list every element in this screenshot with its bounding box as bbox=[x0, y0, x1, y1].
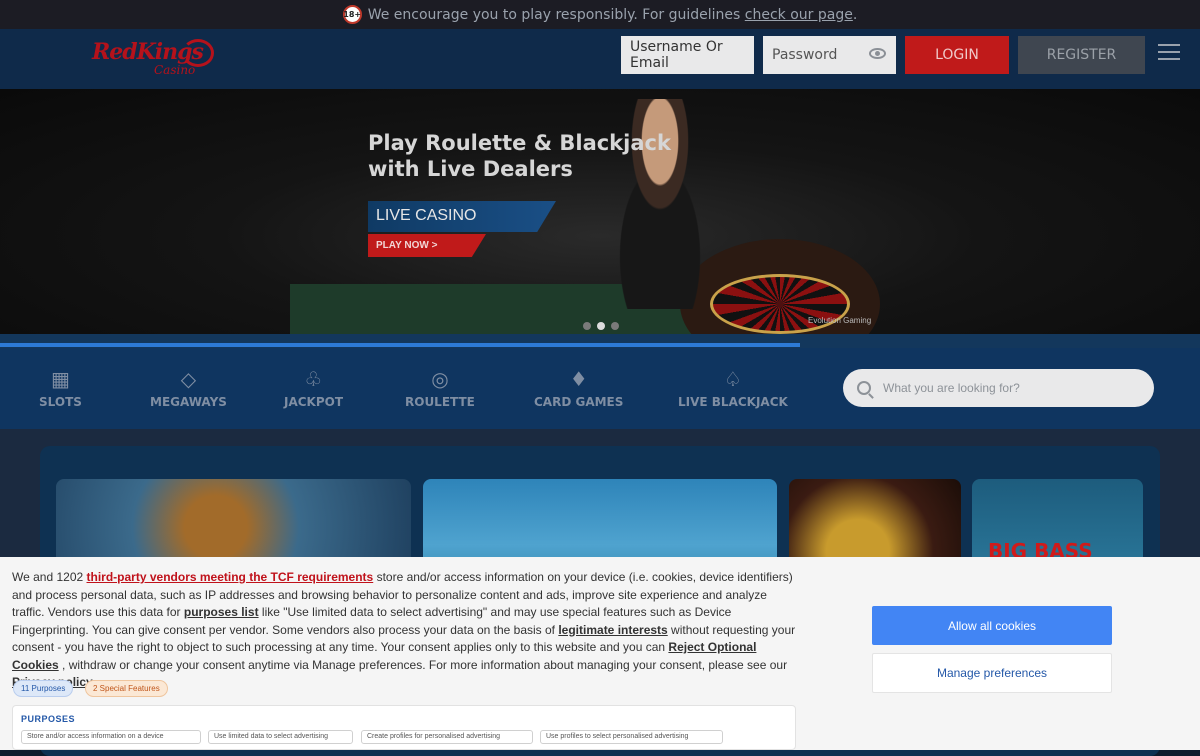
consent-text-part: We and 1202 bbox=[12, 570, 87, 584]
slide-progress-bar bbox=[0, 334, 1200, 348]
slot-machine-icon: ▦ bbox=[50, 367, 70, 391]
consent-text-part: , withdraw or change your consent anytim… bbox=[58, 657, 788, 672]
category-nav: ▦ SLOTS ◇ MEGAWAYS ♧ JACKPOT ◎ ROULETTE … bbox=[0, 348, 1200, 429]
age-18-icon: 18+ bbox=[342, 5, 362, 24]
category-jackpot[interactable]: ♧ JACKPOT bbox=[284, 368, 343, 409]
search-icon bbox=[857, 381, 871, 395]
category-megaways[interactable]: ◇ MEGAWAYS bbox=[150, 368, 227, 409]
guidelines-link[interactable]: check our page bbox=[745, 7, 853, 23]
purposes-box: PURPOSES Store and/or access information… bbox=[12, 705, 796, 750]
purposes-list-link[interactable]: purposes list bbox=[184, 605, 259, 619]
notice-text: We encourage you to play responsibly. Fo… bbox=[367, 6, 745, 23]
cookie-consent-banner: We and 1202 third-party vendors meeting … bbox=[0, 557, 1200, 750]
allow-all-cookies-button[interactable]: Allow all cookies bbox=[872, 606, 1112, 645]
hero-title: Play Roulette & Blackjack with Live Deal… bbox=[368, 130, 671, 182]
roulette-icon: ◎ bbox=[431, 367, 449, 391]
category-label: JACKPOT bbox=[284, 395, 344, 409]
username-placeholder: Username Or Email bbox=[630, 39, 723, 71]
register-button[interactable]: REGISTER bbox=[1018, 36, 1145, 74]
hero-title-line2: with Live Dealers bbox=[368, 157, 573, 181]
category-label: LIVE BLACKJACK bbox=[678, 395, 788, 409]
password-placeholder: Password bbox=[772, 47, 838, 63]
tcf-vendors-link[interactable]: third-party vendors meeting the TCF requ… bbox=[87, 570, 374, 584]
special-features-tag[interactable]: 2 Special Features bbox=[85, 680, 168, 697]
purpose-chip: Create profiles for personalised adverti… bbox=[361, 730, 533, 744]
hero-title-line1: Play Roulette & Blackjack bbox=[368, 131, 671, 155]
slide-progress-fill bbox=[0, 343, 800, 347]
purposes-title: PURPOSES bbox=[21, 714, 76, 724]
category-label: ROULETTE bbox=[405, 395, 475, 409]
purposes-count-tag[interactable]: 11 Purposes bbox=[13, 680, 74, 697]
purpose-chip: Use limited data to select advertising bbox=[208, 730, 353, 744]
cookie-consent-text: We and 1202 third-party vendors meeting … bbox=[12, 569, 802, 692]
logo-sub: Casino bbox=[154, 63, 196, 77]
cards-icon: ♦ bbox=[569, 367, 588, 391]
carousel-dot[interactable] bbox=[611, 322, 619, 330]
game-search-input[interactable]: What you are looking for? bbox=[843, 369, 1154, 407]
live-casino-tag: LIVE CASINO bbox=[368, 201, 556, 232]
search-placeholder: What you are looking for? bbox=[883, 381, 1020, 395]
carousel-dot[interactable] bbox=[583, 322, 591, 330]
play-now-button[interactable]: PLAY NOW > bbox=[368, 234, 486, 257]
responsible-gaming-bar: 18+ We encourage you to play responsibly… bbox=[0, 0, 1200, 29]
site-header: RedKings Casino Username Or Email Passwo… bbox=[0, 29, 1200, 89]
category-label: MEGAWAYS bbox=[150, 395, 227, 409]
provider-logo: Evolution Gaming bbox=[808, 316, 872, 325]
username-input[interactable]: Username Or Email bbox=[621, 36, 754, 74]
login-button[interactable]: LOGIN bbox=[905, 36, 1009, 74]
carousel-dot-active[interactable] bbox=[597, 322, 605, 330]
clover-icon: ♧ bbox=[304, 367, 323, 391]
show-password-icon[interactable] bbox=[869, 48, 886, 59]
diamond-icon: ◇ bbox=[180, 367, 197, 391]
category-label: SLOTS bbox=[39, 395, 82, 409]
purpose-chip: Use profiles to select personalised adve… bbox=[540, 730, 723, 744]
site-logo[interactable]: RedKings Casino bbox=[92, 37, 222, 81]
legitimate-interests-link[interactable]: legitimate interests bbox=[558, 623, 667, 637]
password-input[interactable]: Password bbox=[763, 36, 896, 74]
manage-preferences-button[interactable]: Manage preferences bbox=[872, 653, 1112, 693]
carousel-dots bbox=[583, 322, 619, 330]
hero-banner[interactable]: Play Roulette & Blackjack with Live Deal… bbox=[0, 89, 1200, 334]
roulette-wheel-image bbox=[710, 274, 850, 334]
menu-icon[interactable] bbox=[1158, 44, 1180, 61]
category-roulette[interactable]: ◎ ROULETTE bbox=[405, 368, 475, 409]
category-live-blackjack[interactable]: ♤ LIVE BLACKJACK bbox=[678, 368, 788, 409]
spade-icon: ♤ bbox=[723, 367, 742, 391]
notice-suffix: . bbox=[852, 6, 858, 23]
category-slots[interactable]: ▦ SLOTS bbox=[39, 368, 82, 409]
purpose-chip: Store and/or access information on a dev… bbox=[21, 730, 201, 744]
category-card-games[interactable]: ♦ CARD GAMES bbox=[534, 368, 623, 409]
category-label: CARD GAMES bbox=[534, 395, 624, 409]
